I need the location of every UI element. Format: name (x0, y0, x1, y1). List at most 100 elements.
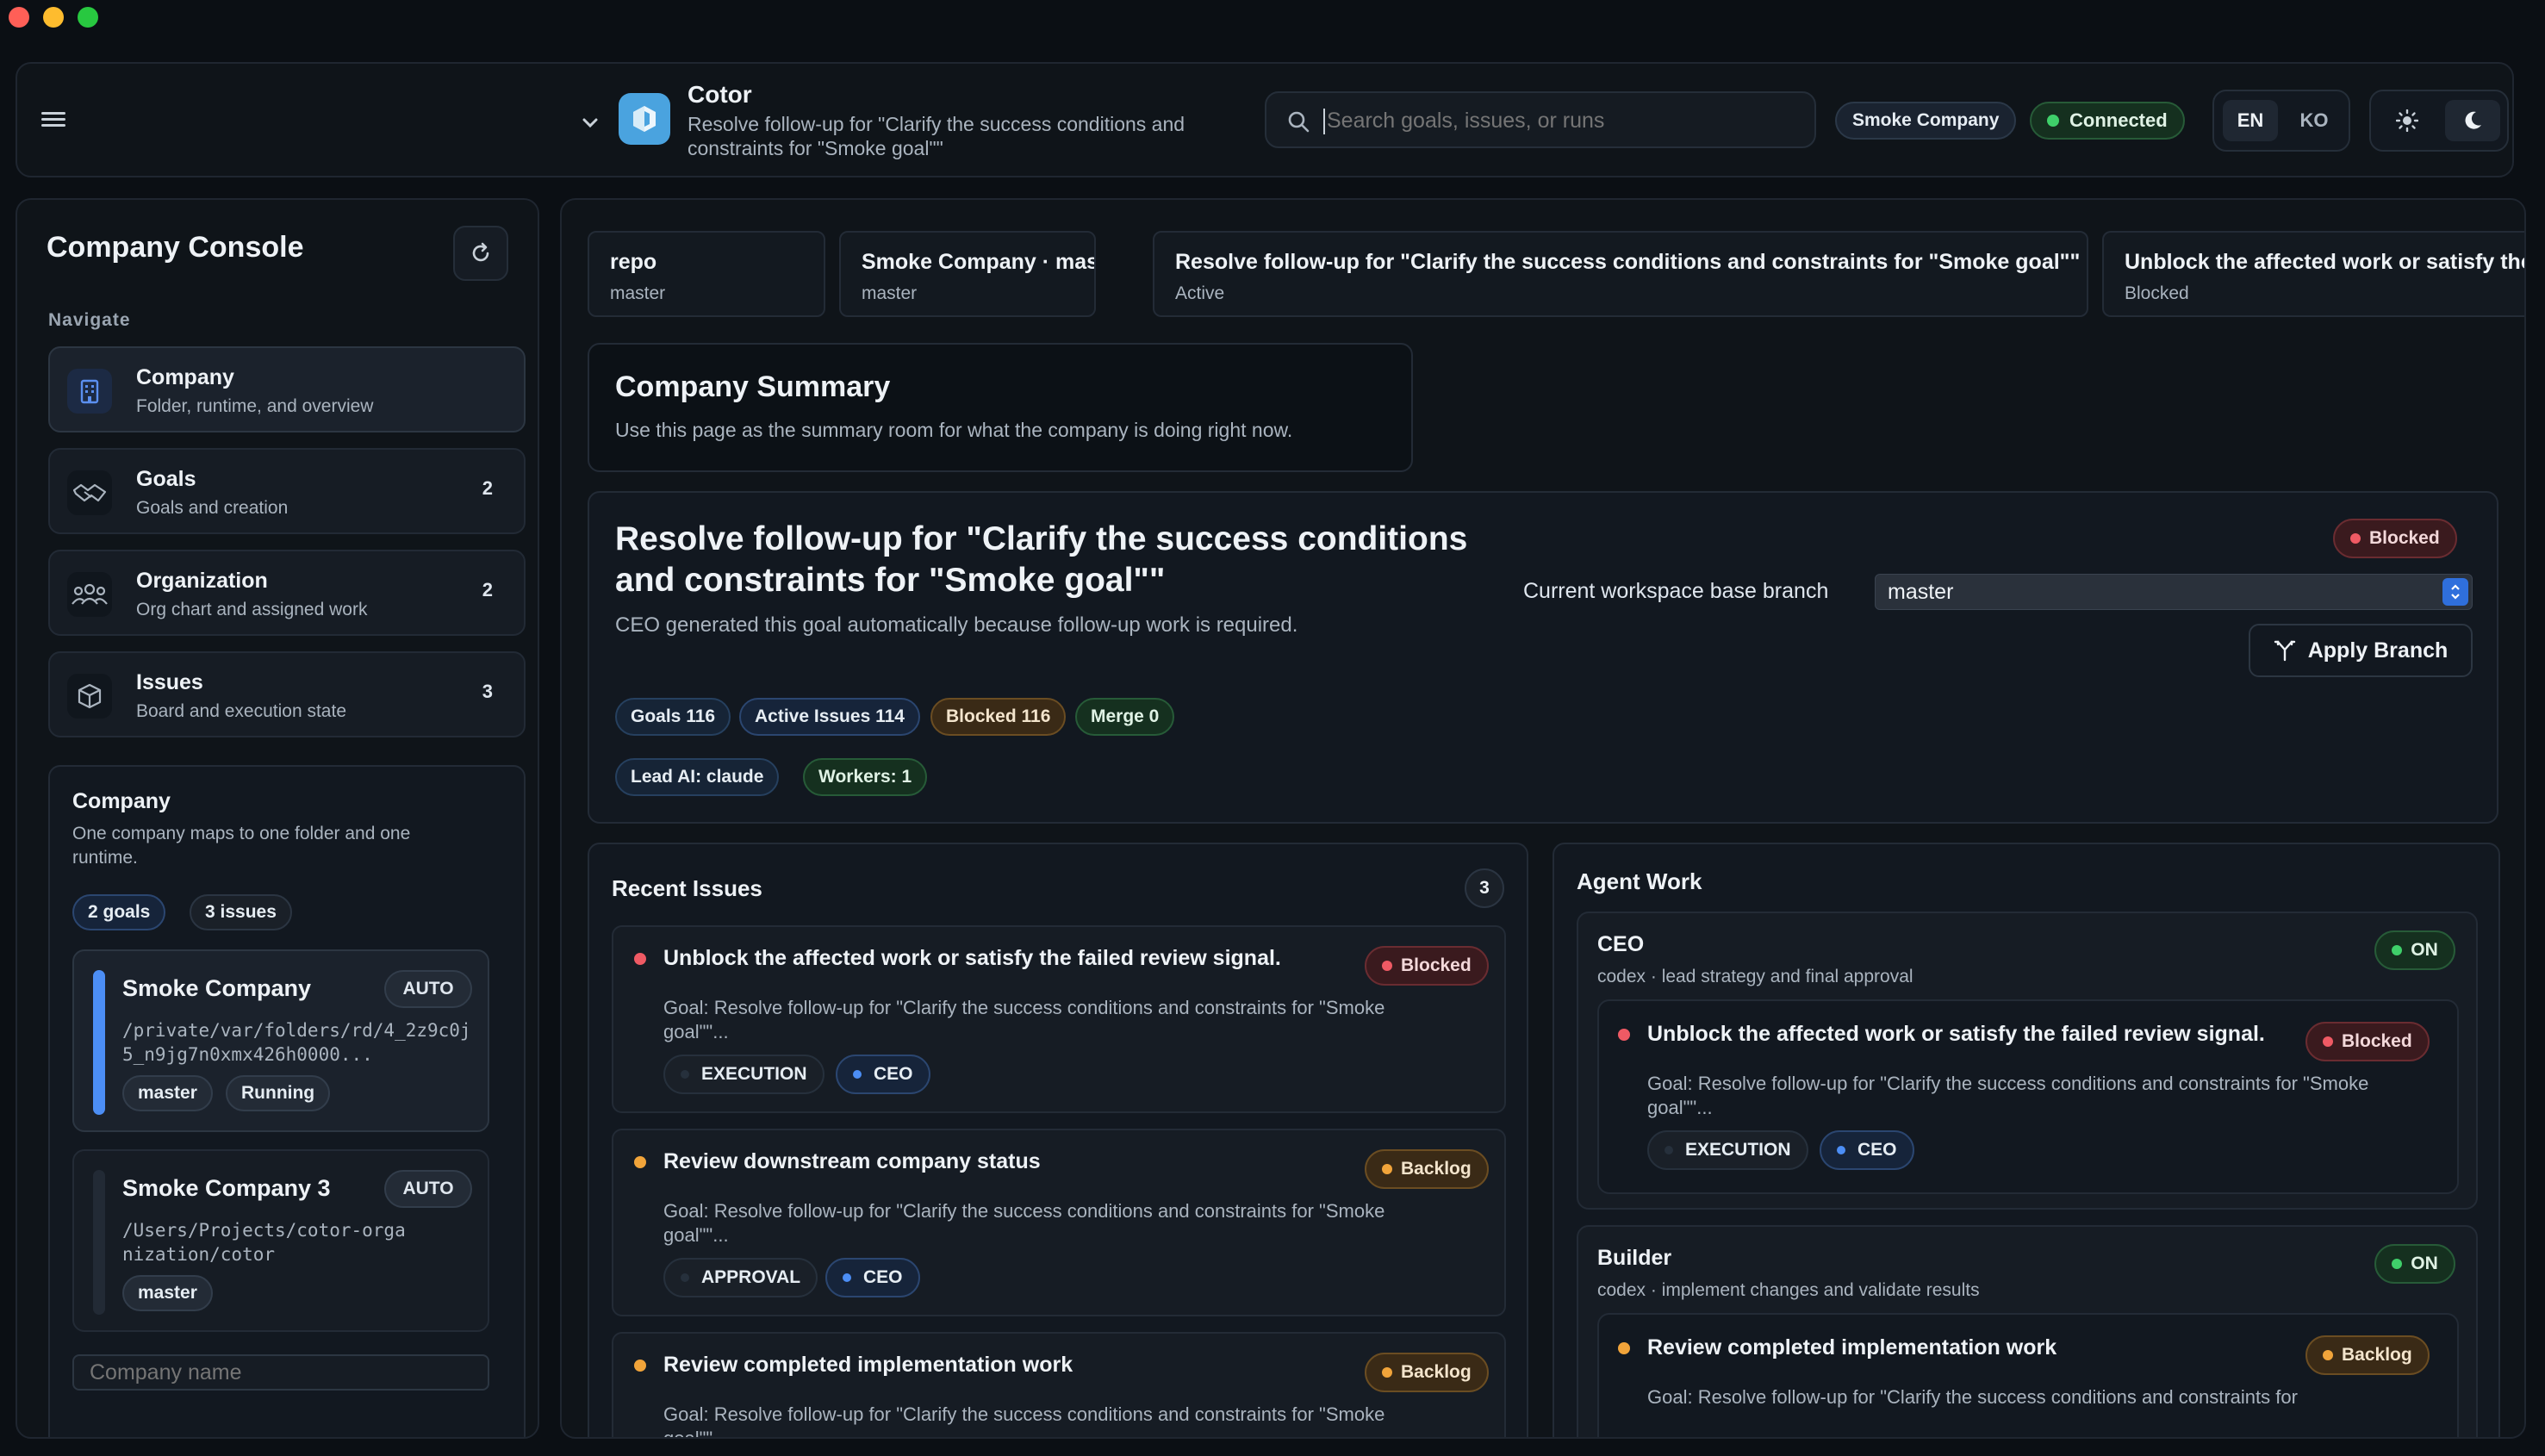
tag-dot-icon (681, 1070, 689, 1079)
task-status-badge: Blocked (2305, 1022, 2430, 1061)
selection-indicator (93, 1170, 105, 1315)
issue-card[interactable]: Unblock the affected work or satisfy the… (612, 925, 1506, 1113)
app-logo-icon (619, 93, 670, 145)
language-switcher: EN KO (2212, 90, 2350, 152)
status-dot-icon (1382, 961, 1392, 971)
breadcrumb-repo[interactable]: repo master (588, 231, 825, 317)
sidebar-item-company[interactable]: Company Folder, runtime, and overview (48, 346, 526, 432)
menu-icon[interactable] (38, 103, 69, 134)
task-goal: Goal: Resolve follow-up for "Clarify the… (1647, 1073, 2369, 1118)
app-name: Cotor (688, 81, 752, 108)
moon-icon[interactable] (2445, 100, 2500, 141)
task-status-label: Backlog (2342, 1345, 2412, 1365)
breadcrumb-goal[interactable]: Resolve follow-up for "Clarify the succe… (1153, 231, 2088, 317)
sidebar-title: Company Console (47, 231, 304, 264)
apply-branch-label: Apply Branch (2307, 638, 2449, 663)
auto-mode-badge: AUTO (384, 1170, 472, 1208)
search-box[interactable] (1265, 91, 1816, 148)
company-name: Smoke Company 3 (122, 1175, 331, 1201)
summary-title: Company Summary (615, 370, 891, 403)
tag-dot-icon (1665, 1146, 1673, 1154)
breadcrumb-company[interactable]: Smoke Company · master master (839, 231, 1096, 317)
refresh-icon[interactable] (453, 226, 508, 281)
task-status-label: Blocked (2342, 1031, 2412, 1051)
issue-goal: Goal: Resolve follow-up for "Clarify the… (663, 1403, 1385, 1439)
status-dot-icon (1382, 1367, 1392, 1378)
tag-dot-icon (843, 1273, 851, 1282)
sun-icon[interactable] (2380, 100, 2435, 141)
lang-ko-button[interactable]: KO (2287, 100, 2342, 141)
lang-en-button[interactable]: EN (2223, 100, 2278, 141)
task-owner-tag: CEO (1820, 1130, 1914, 1170)
workers-chip: Workers: 1 (803, 758, 928, 796)
issue-owner-tag: CEO (825, 1258, 920, 1297)
breadcrumb-sub: master (610, 283, 666, 303)
search-input[interactable] (1327, 103, 1792, 138)
selected-indicator (93, 970, 105, 1115)
sidebar: Company Console Navigate Company Folder,… (16, 198, 539, 1439)
apply-branch-button[interactable]: Apply Branch (2249, 624, 2473, 677)
merge-stat-chip: Merge 0 (1075, 698, 1175, 736)
active-issues-stat-chip: Active Issues 114 (739, 698, 920, 736)
issue-goal: Goal: Resolve follow-up for "Clarify the… (663, 1200, 1385, 1246)
issue-owner-label: CEO (874, 1064, 913, 1084)
zoom-window-button[interactable] (78, 7, 98, 28)
tag-dot-icon (681, 1273, 689, 1282)
minimize-window-button[interactable] (43, 7, 64, 28)
breadcrumb-sub: Active (1175, 283, 1225, 303)
blocked-stat-chip: Blocked 116 (930, 698, 1067, 736)
branch-select[interactable]: master (1875, 574, 2473, 610)
breadcrumb-issue[interactable]: Unblock the affected work or satisfy the… (2102, 231, 2524, 317)
issue-status-label: Backlog (1401, 1362, 1472, 1382)
status-dot-icon (1618, 1342, 1630, 1354)
connection-status-label: Connected (2069, 109, 2168, 131)
branch-select-value: master (1888, 580, 1954, 604)
tag-dot-icon (853, 1070, 862, 1079)
sidebar-item-organization[interactable]: Organization Org chart and assigned work… (48, 550, 526, 636)
issue-kind-label: APPROVAL (701, 1267, 801, 1287)
agent-on-toggle[interactable]: ON (2374, 1244, 2455, 1284)
breadcrumb-sub: Blocked (2125, 283, 2189, 303)
sidebar-item-count: 2 (482, 477, 493, 499)
breadcrumb-sub: master (862, 283, 918, 303)
issue-card[interactable]: Review completed implementation work Bac… (612, 1332, 1506, 1439)
issue-status-label: Blocked (1401, 955, 1472, 975)
agent-work-panel: Agent Work CEO codex · lead strategy and… (1553, 843, 2500, 1437)
branch-chip: master (122, 1075, 213, 1111)
status-dot-icon (2392, 945, 2403, 955)
agent-on-toggle[interactable]: ON (2374, 930, 2455, 970)
goal-status-label: Blocked (2369, 528, 2440, 548)
company-entry-smoke-company[interactable]: Smoke Company AUTO /private/var/folders/… (72, 949, 489, 1132)
status-dot-icon (1618, 1029, 1630, 1041)
status-dot-icon (2047, 115, 2059, 127)
company-path: /private/var/folders/rd/4_2z9c0j5_n9jg7n… (122, 1020, 471, 1065)
goal-status-badge: Blocked (2333, 519, 2457, 558)
sidebar-item-issues[interactable]: Issues Board and execution state 3 (48, 651, 526, 737)
company-entry-smoke-company-3[interactable]: Smoke Company 3 AUTO /Users/Projects/cot… (72, 1149, 489, 1332)
status-dot-icon (2350, 533, 2361, 544)
agent-task-card[interactable]: Unblock the affected work or satisfy the… (1597, 999, 2459, 1194)
close-window-button[interactable] (9, 7, 29, 28)
issue-card[interactable]: Review downstream company status Backlog… (612, 1129, 1506, 1316)
company-badge[interactable]: Smoke Company (1835, 102, 2017, 140)
recent-issues-panel: Recent Issues 3 Unblock the affected wor… (588, 843, 1528, 1439)
agent-task-card[interactable]: Review completed implementation work Bac… (1597, 1313, 2459, 1437)
company-name-input[interactable] (72, 1354, 489, 1391)
agent-state-label: ON (2411, 1254, 2438, 1273)
company-card: Company One company maps to one folder a… (48, 765, 526, 1437)
goals-count-chip: 2 goals (72, 894, 166, 930)
header-subtitle: Resolve follow-up for "Clarify the succe… (688, 113, 1185, 159)
task-status-badge: Backlog (2305, 1335, 2430, 1375)
sidebar-item-count: 3 (482, 681, 493, 702)
chevron-down-icon[interactable] (577, 110, 603, 136)
select-arrows-icon (2442, 578, 2468, 606)
status-dot-icon (2392, 1259, 2403, 1269)
company-path: /Users/Projects/cotor-organization/cotor (122, 1220, 406, 1265)
tag-dot-icon (1837, 1146, 1845, 1154)
issue-title: Review completed implementation work (663, 1353, 1073, 1377)
agent-state-label: ON (2411, 940, 2438, 960)
sidebar-item-label: Organization (136, 569, 268, 593)
sidebar-item-goals[interactable]: Goals Goals and creation 2 (48, 448, 526, 534)
people-icon (67, 572, 112, 617)
goal-desc: CEO generated this goal automatically be… (615, 613, 1298, 637)
